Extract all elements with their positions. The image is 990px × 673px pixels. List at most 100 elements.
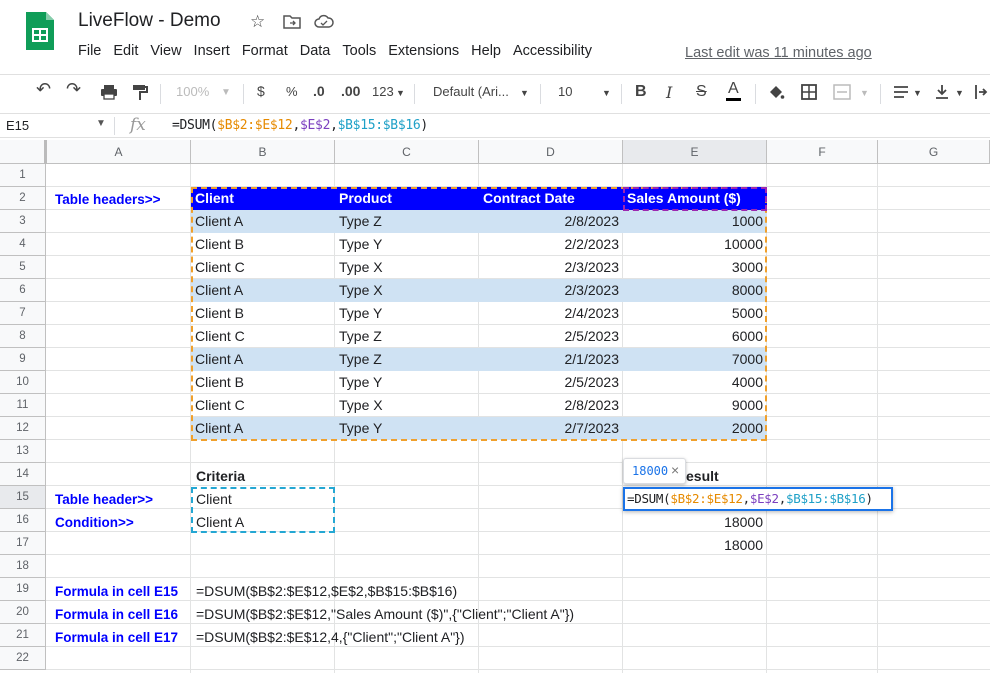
table-cell[interactable]: Type Y <box>335 302 479 325</box>
result-cell-e17[interactable]: 18000 <box>623 534 767 557</box>
row-header[interactable]: 6 <box>0 279 46 302</box>
table-cell[interactable]: 2/5/2023 <box>479 371 623 394</box>
decrease-decimal-button[interactable]: .0 <box>313 83 325 99</box>
table-header-cell[interactable]: Sales Amount ($) <box>623 187 767 210</box>
column-header-f[interactable]: F <box>767 140 878 164</box>
table-cell[interactable]: Type Y <box>335 417 479 440</box>
row-header[interactable]: 17 <box>0 532 46 555</box>
criteria-cell-b16[interactable]: Client A <box>192 511 248 534</box>
menu-help[interactable]: Help <box>465 43 507 59</box>
table-cell[interactable]: 7000 <box>623 348 767 371</box>
table-cell[interactable]: 2/2/2023 <box>479 233 623 256</box>
undo-icon[interactable]: ↶ <box>36 79 51 100</box>
table-cell[interactable]: 8000 <box>623 279 767 302</box>
row-header[interactable]: 5 <box>0 256 46 279</box>
cloud-status-icon[interactable] <box>314 14 334 29</box>
row-header[interactable]: 4 <box>0 233 46 256</box>
percent-button[interactable]: % <box>286 84 298 99</box>
zoom-select[interactable]: 100% <box>176 84 209 99</box>
menu-tools[interactable]: Tools <box>336 43 382 59</box>
table-cell[interactable]: Type Y <box>335 371 479 394</box>
table-cell[interactable]: 9000 <box>623 394 767 417</box>
menu-view[interactable]: View <box>144 43 187 59</box>
strikethrough-button[interactable]: S <box>696 83 707 101</box>
table-cell[interactable]: 1000 <box>623 210 767 233</box>
menu-extensions[interactable]: Extensions <box>382 43 465 59</box>
menu-edit[interactable]: Edit <box>107 43 144 59</box>
table-cell[interactable]: 2/3/2023 <box>479 279 623 302</box>
horizontal-align-icon[interactable] <box>893 85 909 99</box>
table-cell[interactable]: Client A <box>191 210 335 233</box>
table-cell[interactable]: 2/8/2023 <box>479 394 623 417</box>
italic-button[interactable]: I <box>666 83 672 102</box>
table-cell[interactable]: 10000 <box>623 233 767 256</box>
table-cell[interactable]: 2/8/2023 <box>479 210 623 233</box>
table-cell[interactable]: Type X <box>335 279 479 302</box>
tooltip-close-icon[interactable]: × <box>671 462 679 478</box>
table-cell[interactable]: 5000 <box>623 302 767 325</box>
table-header-cell[interactable]: Client <box>191 187 335 210</box>
row-header[interactable]: 9 <box>0 348 46 371</box>
column-header-a[interactable]: A <box>47 140 191 164</box>
table-cell[interactable]: Client C <box>191 394 335 417</box>
table-cell[interactable]: 2/7/2023 <box>479 417 623 440</box>
menu-insert[interactable]: Insert <box>188 43 236 59</box>
table-cell[interactable]: Type Y <box>335 233 479 256</box>
table-cell[interactable]: Type X <box>335 256 479 279</box>
row-header[interactable]: 8 <box>0 325 46 348</box>
column-header-g[interactable]: G <box>878 140 990 164</box>
vertical-align-icon[interactable] <box>935 84 949 100</box>
zoom-caret-icon[interactable]: ▼ <box>221 87 231 98</box>
table-cell[interactable]: 3000 <box>623 256 767 279</box>
table-cell[interactable]: 2/4/2023 <box>479 302 623 325</box>
move-folder-icon[interactable] <box>283 14 301 29</box>
row-header[interactable]: 22 <box>0 647 46 670</box>
table-cell[interactable]: Type Z <box>335 348 479 371</box>
table-cell[interactable]: Type X <box>335 394 479 417</box>
table-cell[interactable]: Client A <box>191 279 335 302</box>
formula-input[interactable]: =DSUM($B$2:$E$12,$E$2,$B$15:$B$16) <box>172 118 428 133</box>
table-cell[interactable]: Client A <box>191 348 335 371</box>
row-header[interactable]: 21 <box>0 624 46 647</box>
select-all-corner[interactable] <box>0 140 47 164</box>
borders-icon[interactable] <box>801 84 817 100</box>
menu-accessibility[interactable]: Accessibility <box>507 43 598 59</box>
row-header[interactable]: 1 <box>0 164 46 187</box>
table-cell[interactable]: Client A <box>191 417 335 440</box>
name-box-caret-icon[interactable]: ▼ <box>96 118 106 129</box>
merge-cells-icon[interactable] <box>833 84 851 100</box>
table-cell[interactable]: 2000 <box>623 417 767 440</box>
row-header[interactable]: 3 <box>0 210 46 233</box>
bold-button[interactable]: B <box>635 83 647 101</box>
row-header[interactable]: 13 <box>0 440 46 463</box>
font-select[interactable]: Default (Ari... <box>433 84 509 99</box>
last-edit-link[interactable]: Last edit was 11 minutes ago <box>685 45 872 61</box>
table-cell[interactable]: Client C <box>191 256 335 279</box>
row-header[interactable]: 19 <box>0 578 46 601</box>
active-cell-editor-e15[interactable]: =DSUM($B$2:$E$12,$E$2,$B$15:$B$16) <box>623 487 893 511</box>
row-header[interactable]: 18 <box>0 555 46 578</box>
increase-decimal-button[interactable]: .00 <box>341 83 360 99</box>
table-cell[interactable]: Type Z <box>335 325 479 348</box>
column-header-b[interactable]: B <box>191 140 335 164</box>
row-header[interactable]: 14 <box>0 463 46 486</box>
table-cell[interactable]: Client B <box>191 371 335 394</box>
name-box[interactable]: E15 <box>6 118 29 133</box>
menu-format[interactable]: Format <box>236 43 294 59</box>
sheets-logo-icon[interactable] <box>24 10 56 52</box>
row-header[interactable]: 10 <box>0 371 46 394</box>
table-cell[interactable]: 2/3/2023 <box>479 256 623 279</box>
table-cell[interactable]: 2/5/2023 <box>479 325 623 348</box>
row-header[interactable]: 7 <box>0 302 46 325</box>
menu-file[interactable]: File <box>72 43 107 59</box>
text-wrap-icon[interactable] <box>974 84 988 100</box>
row-header[interactable]: 11 <box>0 394 46 417</box>
table-cell[interactable]: 2/1/2023 <box>479 348 623 371</box>
row-header[interactable]: 2 <box>0 187 46 210</box>
table-cell[interactable]: Client B <box>191 302 335 325</box>
text-color-button[interactable]: A <box>726 80 741 101</box>
table-cell[interactable]: Client B <box>191 233 335 256</box>
currency-button[interactable]: $ <box>257 83 265 99</box>
redo-icon[interactable]: ↷ <box>66 79 81 100</box>
table-cell[interactable]: 6000 <box>623 325 767 348</box>
